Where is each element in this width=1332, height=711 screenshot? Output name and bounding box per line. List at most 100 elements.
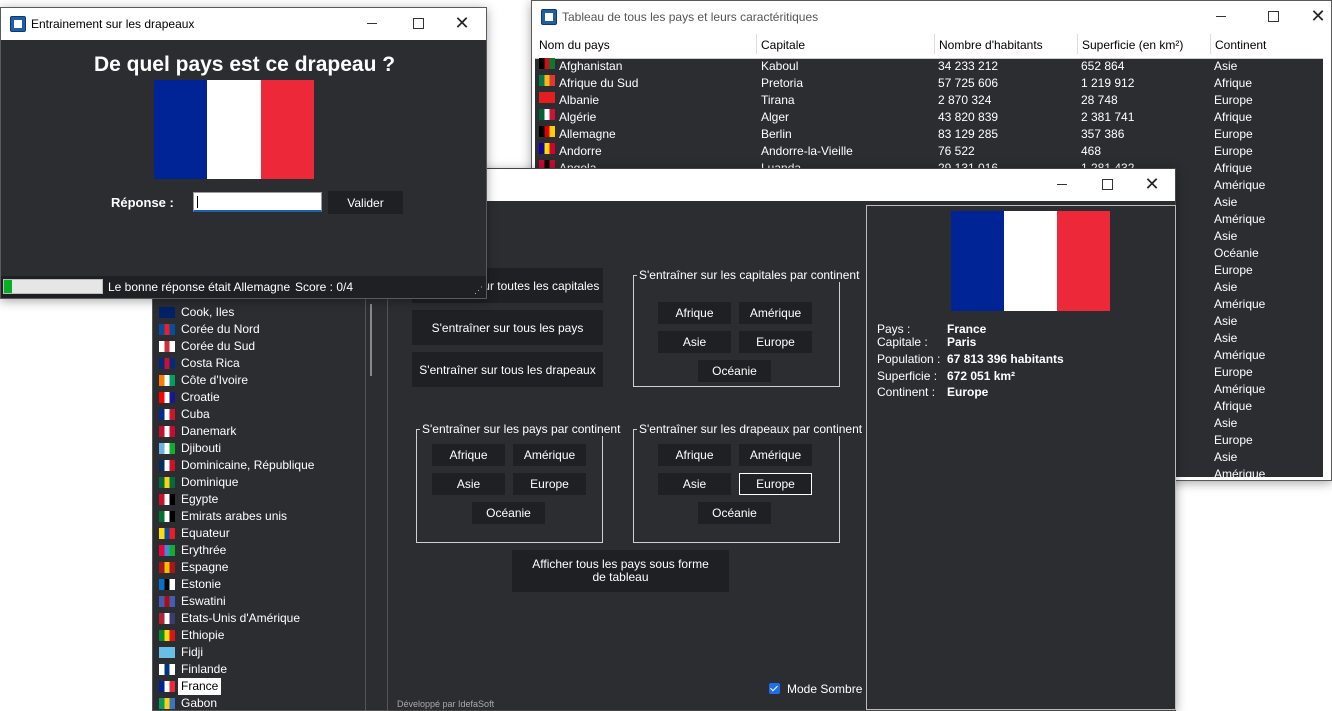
table-row[interactable]: Afghanistan Kaboul 34 233 212 652 864 Asie <box>535 58 1325 75</box>
table-cell: Algérie <box>559 110 597 124</box>
list-item-label: Emirats arabes unis <box>181 509 288 523</box>
table-cell: Afrique <box>1214 161 1253 175</box>
table-cell: Alger <box>761 110 790 124</box>
table-cell: 2 381 741 <box>1081 110 1135 124</box>
quiz-window-titlebar[interactable]: Entrainement sur les drapeaux ✕ <box>1 8 486 40</box>
table-cell: Asie <box>1214 314 1238 328</box>
main-window-titlebar[interactable]: ✕ <box>388 169 1175 201</box>
country-list[interactable]: Cook, Iles Corée du Nord Corée du Sud Costa… <box>152 287 388 711</box>
flag-icon <box>159 596 175 607</box>
maximize-button[interactable] <box>395 8 441 40</box>
flags-amerique-button[interactable]: Amérique <box>739 444 812 466</box>
list-item-label: Croatie <box>181 390 220 404</box>
table-cell: Albanie <box>559 93 600 107</box>
flag-icon <box>159 681 175 692</box>
column-header[interactable]: Nom du pays <box>535 34 610 54</box>
maximize-button[interactable] <box>1250 1 1296 33</box>
minimize-button[interactable] <box>349 8 395 40</box>
table-cell: 83 129 285 <box>938 127 999 141</box>
capitals-asie-button[interactable]: Asie <box>658 331 731 353</box>
flags-oceanie-button[interactable]: Océanie <box>698 502 771 524</box>
list-scroll-thumb[interactable] <box>370 304 372 376</box>
column-header[interactable]: Nombre d'habitants <box>934 34 1043 54</box>
table-scrollbar[interactable] <box>1323 34 1331 480</box>
list-scroll-track <box>365 288 366 710</box>
info-label: Pays : <box>877 322 911 336</box>
capitals-afrique-button[interactable]: Afrique <box>658 302 731 324</box>
validate-button[interactable]: Valider <box>328 191 403 214</box>
countries-oceanie-button[interactable]: Océanie <box>472 502 545 524</box>
list-item-label: Fidji <box>181 645 204 659</box>
column-header[interactable]: Superficie (en km²) <box>1077 34 1183 54</box>
table-cell: Asie <box>1214 416 1238 430</box>
table-row[interactable]: Allemagne Berlin 83 129 285 357 386 Europe <box>535 126 1325 143</box>
maximize-button[interactable] <box>1084 169 1130 201</box>
country-info-panel: Pays : Capitale : Population : Superfici… <box>866 205 1176 710</box>
countries-afrique-button[interactable]: Afrique <box>432 444 505 466</box>
flags-by-continent-group: S'entraîner sur les drapeaux par contine… <box>633 422 865 543</box>
countries-europe-button[interactable]: Europe <box>513 473 586 495</box>
table-row[interactable]: Algérie Alger 43 820 839 2 381 741 Afrique <box>535 109 1325 126</box>
minimize-button[interactable] <box>1039 169 1085 201</box>
table-cell: Kaboul <box>761 59 799 73</box>
flag-icon <box>159 460 175 471</box>
table-cell: Amérique <box>1214 212 1266 226</box>
table-cell: Afrique <box>1214 76 1253 90</box>
countries-amerique-button[interactable]: Amérique <box>513 444 586 466</box>
flag-icon <box>159 664 175 675</box>
flag-stripe <box>1057 211 1110 311</box>
close-icon[interactable]: ✕ <box>1295 1 1332 33</box>
table-cell: Amérique <box>1214 467 1266 477</box>
flag-icon <box>159 579 175 590</box>
table-cell: Asie <box>1214 450 1238 464</box>
list-item-label: Costa Rica <box>181 356 240 370</box>
table-cell: 357 386 <box>1081 127 1125 141</box>
close-icon[interactable]: ✕ <box>1129 169 1175 201</box>
flag-icon <box>159 647 175 658</box>
show-table-button[interactable]: Afficher tous les pays sous forme de tab… <box>512 550 729 592</box>
dark-mode-label[interactable]: Mode Sombre <box>787 682 862 696</box>
table-cell: Andorre-la-Vieille <box>761 144 853 158</box>
dark-mode-checkbox[interactable] <box>769 683 780 694</box>
list-item-label: Danemark <box>181 424 237 438</box>
close-icon[interactable]: ✕ <box>439 8 485 40</box>
capitals-amerique-button[interactable]: Amérique <box>739 302 812 324</box>
answer-input[interactable] <box>193 192 322 212</box>
table-row[interactable]: Andorre Andorre-la-Vieille 76 522 468 Europe <box>535 143 1325 160</box>
flag-icon <box>159 630 175 641</box>
list-item-label: Ethiopie <box>181 628 225 642</box>
table-header: Nom du pays Capitale Nombre d'habitants … <box>535 34 1325 59</box>
progress-fill <box>4 280 12 293</box>
table-cell: Amérique <box>1214 178 1266 192</box>
flag-icon <box>159 426 175 437</box>
train-all-countries-button[interactable]: S'entraîner sur tous les pays <box>412 310 603 345</box>
table-window-titlebar[interactable]: Tableau de tous les pays et leurs caract… <box>532 1 1331 33</box>
flag-icon <box>159 477 175 488</box>
flag-icon <box>159 392 175 403</box>
countries-asie-button[interactable]: Asie <box>432 473 505 495</box>
table-row[interactable]: Albanie Tirana 2 870 324 28 748 Europe <box>535 92 1325 109</box>
flag-stripe <box>207 80 261 179</box>
column-header[interactable]: Capitale <box>756 34 805 54</box>
list-item-label: Equateur <box>181 526 230 540</box>
flags-asie-button[interactable]: Asie <box>658 473 731 495</box>
capitals-europe-button[interactable]: Europe <box>739 331 812 353</box>
table-cell: Asie <box>1214 331 1238 345</box>
flags-afrique-button[interactable]: Afrique <box>658 444 731 466</box>
resize-grip-icon[interactable]: ⋰ <box>474 285 483 296</box>
table-row[interactable]: Afrique du Sud Pretoria 57 725 606 1 219 91… <box>535 75 1325 92</box>
flag-icon <box>159 341 175 352</box>
table-cell: Berlin <box>761 127 792 141</box>
flags-europe-button[interactable]: Europe <box>739 473 812 495</box>
list-item-label: Dominique <box>181 475 239 489</box>
table-cell: Afrique <box>1214 399 1253 413</box>
column-header[interactable]: Continent <box>1210 34 1266 54</box>
question-text: De quel pays est ce drapeau ? <box>93 53 396 76</box>
area-value: 672 051 km² <box>947 369 1016 383</box>
train-all-flags-button[interactable]: S'entraîner sur tous les drapeaux <box>412 352 603 387</box>
capitals-oceanie-button[interactable]: Océanie <box>698 360 771 382</box>
minimize-button[interactable] <box>1198 1 1244 33</box>
list-item-label: Estonie <box>181 577 222 591</box>
list-item-label: Cook, Iles <box>181 305 235 319</box>
flag-icon <box>159 409 175 420</box>
